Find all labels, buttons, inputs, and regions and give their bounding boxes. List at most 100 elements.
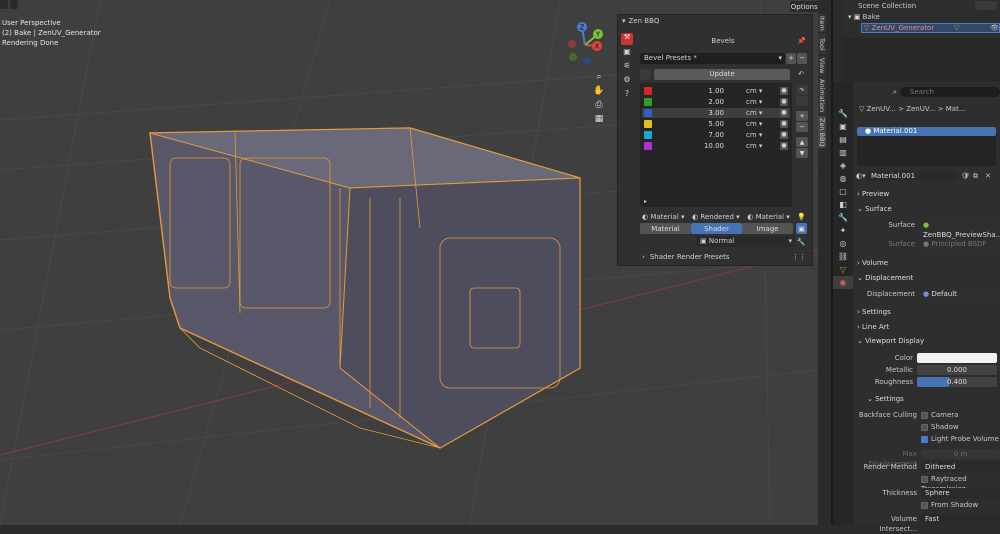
shading-rendered[interactable]: ◐ Rendered ▾ <box>692 213 740 221</box>
tab-image[interactable]: Image <box>742 223 793 234</box>
shading-material-right[interactable]: ◐ Material ▾ <box>747 213 790 221</box>
viewport-toggle-2[interactable] <box>10 0 18 9</box>
list-expand-icon[interactable]: ▸ <box>644 198 647 205</box>
bevel-tool-icon[interactable]: ⚒ <box>621 33 633 45</box>
fake-user-shield-icon[interactable]: 🛡 <box>961 171 970 181</box>
bevel-row[interactable]: 10.00 cm ▾ ● <box>642 141 790 151</box>
bevel-value[interactable]: 5.00 <box>682 119 724 129</box>
data-icon[interactable]: ▽ <box>833 263 853 276</box>
bevel-presets-dropdown[interactable]: Bevel Presets * ▾ <box>640 52 785 64</box>
tab-zen-bbq[interactable]: Zen BBQ <box>818 116 826 148</box>
tab-tool[interactable]: Tool <box>818 34 826 54</box>
color-swatch[interactable] <box>644 120 652 128</box>
visibility-dot-icon[interactable]: ● <box>780 142 788 150</box>
light-probe-checkbox[interactable]: Light Probe Volume <box>921 434 999 444</box>
move-down-button[interactable]: ▼ <box>796 148 808 158</box>
color-swatch[interactable] <box>644 131 652 139</box>
redo-icon[interactable]: ↷ <box>796 85 808 95</box>
outliner-row-object[interactable]: ▽ ZenUV_Generator ▽ 👁 <box>861 23 1000 33</box>
list-add-button[interactable]: + <box>796 111 808 121</box>
object-icon[interactable]: ◧ <box>833 198 853 211</box>
roughness-slider[interactable]: 0.400 <box>917 377 997 387</box>
settings-sliders-icon[interactable]: ⚟ <box>621 61 633 73</box>
pin-icon[interactable]: 📌 <box>797 37 806 45</box>
help-icon[interactable]: ? <box>621 89 633 101</box>
chevron-down-icon[interactable]: ▾ <box>622 17 626 25</box>
collection-icon[interactable]: ▢ <box>833 185 853 198</box>
bevel-row[interactable]: 2.00 cm ▾ ● <box>642 97 790 107</box>
navigation-gizmo[interactable]: X Y Z <box>560 20 610 70</box>
section-volume[interactable]: › Volume <box>857 258 888 268</box>
color-swatch[interactable] <box>644 98 652 106</box>
visibility-dot-icon[interactable]: ● <box>780 131 788 139</box>
particles-icon[interactable]: ✦ <box>833 224 853 237</box>
tool-icon[interactable]: 🔧 <box>833 107 853 120</box>
gear-icon[interactable]: ⚙ <box>621 75 633 87</box>
normal-dropdown[interactable]: ▣ Normal ▾ <box>696 236 795 247</box>
visibility-dot-icon[interactable]: ● <box>780 109 788 117</box>
scene-icon[interactable]: ◈ <box>833 159 853 172</box>
section-displacement[interactable]: ⌄ Displacement <box>857 273 913 283</box>
section-line-art[interactable]: › Line Art <box>857 322 889 332</box>
section-viewport-display[interactable]: ⌄ Viewport Display <box>857 336 924 346</box>
drag-handle-icon[interactable]: ⋮⋮ <box>792 253 806 261</box>
tab-item[interactable]: Item <box>818 14 826 32</box>
shader-presets-header[interactable]: › Shader Render Presets ⋮⋮ <box>642 251 806 262</box>
wrench-icon[interactable]: 🔧 <box>795 238 807 246</box>
surface-shader-field[interactable]: ● ZenBBQ_PreviewSha... <box>919 220 1000 239</box>
color-swatch[interactable] <box>917 353 997 363</box>
scifi-crate-model[interactable] <box>140 118 590 458</box>
material-name-field[interactable]: Material.001 <box>867 171 957 181</box>
bevel-row[interactable]: 7.00 cm ▾ ● <box>642 130 790 140</box>
bevel-list[interactable]: 1.00 cm ▾ ● 2.00 cm ▾ ● 3.00 cm ▾ ● 5.00 cm ▾ ● 7.00… <box>640 83 792 207</box>
move-up-button[interactable]: ▲ <box>796 137 808 147</box>
outliner-row-bake[interactable]: ▾ ▣ Bake <box>848 12 880 22</box>
constraints-icon[interactable]: ⛓ <box>833 250 853 263</box>
metallic-slider[interactable]: 0.000 <box>917 365 997 375</box>
thickness-dropdown[interactable]: Sphere <box>921 488 1000 498</box>
bulb-icon[interactable]: 💡 <box>797 213 806 221</box>
world-icon[interactable]: ◍ <box>833 172 853 185</box>
bevel-value[interactable]: 10.00 <box>682 141 724 151</box>
volume-intersect-dropdown[interactable]: Fast <box>921 514 1000 524</box>
bevel-value[interactable]: 2.00 <box>682 97 724 107</box>
render-method-dropdown[interactable]: Dithered <box>921 462 1000 472</box>
material-icon[interactable]: ◉ <box>833 276 853 289</box>
color-swatch[interactable] <box>644 109 652 117</box>
section-settings[interactable]: › Settings <box>857 307 891 317</box>
camera-view-icon[interactable]: ⎙ <box>592 98 606 112</box>
bevel-row[interactable]: 1.00 cm ▾ ● <box>642 86 790 96</box>
duplicate-icon[interactable]: ⧉ <box>973 171 978 181</box>
tab-material[interactable]: Material <box>640 223 691 234</box>
color-swatch[interactable] <box>644 87 652 95</box>
tab-shader[interactable]: Shader <box>691 223 742 234</box>
material-slot-row[interactable]: ● Material.001 <box>857 127 996 136</box>
search-input[interactable]: Search <box>900 87 1000 97</box>
undo-icon[interactable]: ↶ <box>795 70 807 78</box>
camera-checkbox[interactable]: Camera <box>921 410 958 420</box>
max-disp-field[interactable]: 0 m <box>921 449 1000 459</box>
output-icon[interactable]: ▤ <box>833 133 853 146</box>
remove-preset-button[interactable]: − <box>797 52 807 64</box>
unit-dropdown[interactable]: cm ▾ <box>746 86 762 96</box>
visibility-dot-icon[interactable]: ● <box>780 98 788 106</box>
visibility-dot-icon[interactable]: ● <box>780 120 788 128</box>
principled-field[interactable]: ● Principled BSDF <box>919 239 1000 249</box>
eye-icon[interactable]: 👁 <box>990 23 999 33</box>
bevel-value[interactable]: 3.00 <box>682 108 724 118</box>
render-icon[interactable]: ▣ <box>833 120 853 133</box>
shadow-checkbox[interactable]: Shadow <box>921 422 959 432</box>
unit-dropdown[interactable]: cm ▾ <box>746 141 762 151</box>
pan-hand-icon[interactable]: ✋ <box>592 84 606 98</box>
unit-dropdown[interactable]: cm ▾ <box>746 97 762 107</box>
image-icon[interactable]: ▣ <box>796 223 807 234</box>
shading-material-left[interactable]: ◐ Material ▾ <box>642 213 685 221</box>
material-slot-list[interactable] <box>857 136 996 166</box>
view-layer-icon[interactable]: ▥ <box>833 146 853 159</box>
section-settings-2[interactable]: ⌄ Settings <box>867 394 904 404</box>
close-icon[interactable]: ✕ <box>985 171 991 181</box>
add-preset-button[interactable]: + <box>786 52 796 64</box>
viewport-toggle-1[interactable] <box>0 0 8 9</box>
blank-button[interactable] <box>796 96 808 106</box>
options-dropdown[interactable]: Options▾ <box>790 1 818 12</box>
